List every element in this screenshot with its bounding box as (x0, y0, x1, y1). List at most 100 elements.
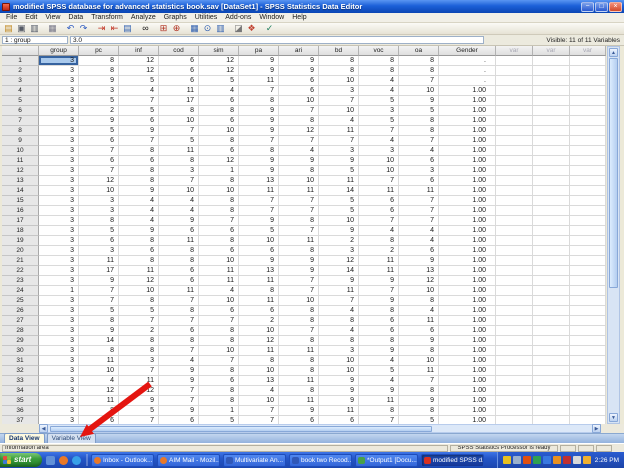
cell[interactable]: 8 (279, 366, 319, 376)
cell[interactable]: 9 (119, 186, 159, 196)
cell[interactable] (570, 406, 606, 416)
cell[interactable] (496, 216, 533, 226)
cell[interactable]: 7 (239, 86, 279, 96)
cell[interactable] (496, 86, 533, 96)
cell[interactable]: 6 (159, 326, 199, 336)
cell[interactable]: 9 (399, 96, 439, 106)
row-number[interactable]: 11 (2, 156, 39, 166)
menu-analyze[interactable]: Analyze (127, 13, 160, 23)
cell[interactable]: 9 (399, 256, 439, 266)
cell[interactable]: 10 (319, 356, 359, 366)
cell[interactable]: 9 (359, 296, 399, 306)
cell[interactable]: 11 (159, 286, 199, 296)
cell[interactable]: 3 (39, 266, 79, 276)
cell[interactable]: 5 (199, 76, 239, 86)
cell[interactable]: 9 (319, 156, 359, 166)
cell[interactable] (533, 226, 570, 236)
cell[interactable] (496, 336, 533, 346)
cell[interactable] (496, 306, 533, 316)
column-header-Gender[interactable]: Gender (439, 46, 496, 56)
cell[interactable] (533, 56, 570, 66)
cell[interactable]: 7 (239, 406, 279, 416)
cell[interactable]: 9 (119, 226, 159, 236)
cell[interactable]: 5 (119, 306, 159, 316)
dialog-recall-icon[interactable]: ▦ (47, 23, 58, 34)
cell[interactable]: 8 (119, 176, 159, 186)
cell[interactable]: 8 (359, 66, 399, 76)
cell[interactable]: 8 (79, 216, 119, 226)
cell[interactable]: 4 (279, 146, 319, 156)
cell[interactable]: 12 (199, 156, 239, 166)
cell[interactable] (496, 186, 533, 196)
cell[interactable] (496, 346, 533, 356)
cell[interactable]: 10 (359, 156, 399, 166)
column-header-var[interactable]: var (570, 46, 606, 56)
column-header-cod[interactable]: cod (159, 46, 199, 56)
cell[interactable]: 11 (319, 176, 359, 186)
cell[interactable]: 1.00 (439, 326, 496, 336)
cell[interactable]: 14 (79, 336, 119, 346)
cell[interactable]: 6 (199, 246, 239, 256)
cell[interactable] (533, 306, 570, 316)
cell[interactable]: 3 (39, 416, 79, 424)
cell[interactable]: 1.00 (439, 336, 496, 346)
cell[interactable]: 13 (239, 266, 279, 276)
cell[interactable]: 4 (119, 196, 159, 206)
row-number[interactable]: 28 (2, 326, 39, 336)
cell[interactable] (496, 416, 533, 424)
internet-explorer-icon[interactable] (72, 456, 81, 465)
cell[interactable]: 8 (239, 286, 279, 296)
cell[interactable] (533, 316, 570, 326)
cell[interactable] (533, 186, 570, 196)
cell[interactable]: 1.00 (439, 106, 496, 116)
cell[interactable]: 6 (159, 416, 199, 424)
cell[interactable]: 11 (199, 266, 239, 276)
cell[interactable]: 7 (319, 136, 359, 146)
cell[interactable]: 1.00 (439, 116, 496, 126)
cell[interactable]: 11 (79, 356, 119, 366)
cell[interactable]: 4 (199, 86, 239, 96)
cell[interactable]: 3 (39, 386, 79, 396)
cell[interactable]: 2 (239, 316, 279, 326)
cell[interactable]: 8 (359, 236, 399, 246)
cell[interactable] (533, 296, 570, 306)
cell[interactable]: 4 (399, 146, 439, 156)
cell[interactable]: 8 (79, 316, 119, 326)
cell[interactable]: 9 (79, 76, 119, 86)
cell[interactable] (570, 346, 606, 356)
cell[interactable]: 5 (359, 366, 399, 376)
row-number[interactable]: 12 (2, 166, 39, 176)
row-number[interactable]: 4 (2, 86, 39, 96)
cell[interactable]: 12 (119, 386, 159, 396)
menu-edit[interactable]: Edit (21, 13, 41, 23)
cell[interactable]: 5 (399, 106, 439, 116)
column-header-ari[interactable]: ari (279, 46, 319, 56)
cell[interactable]: 7 (359, 126, 399, 136)
cell[interactable]: 14 (319, 266, 359, 276)
scroll-left-icon[interactable]: ◀ (39, 424, 48, 433)
cell[interactable]: 12 (119, 56, 159, 66)
cell[interactable]: 7 (359, 286, 399, 296)
cell[interactable] (533, 266, 570, 276)
cell[interactable] (533, 396, 570, 406)
cell[interactable]: 3 (39, 326, 79, 336)
cell[interactable]: 4 (119, 216, 159, 226)
cell[interactable]: 1.00 (439, 276, 496, 286)
cell[interactable]: 7 (239, 416, 279, 424)
cell[interactable]: 8 (279, 316, 319, 326)
cell[interactable] (533, 166, 570, 176)
cell[interactable] (496, 166, 533, 176)
cell[interactable]: 9 (239, 56, 279, 66)
row-number[interactable]: 37 (2, 416, 39, 424)
cell[interactable]: 3 (39, 126, 79, 136)
cell[interactable]: 5 (119, 406, 159, 416)
cell[interactable] (496, 136, 533, 146)
column-header-group[interactable]: group (39, 46, 79, 56)
row-number[interactable]: 6 (2, 106, 39, 116)
cell[interactable]: 3 (39, 316, 79, 326)
column-header-var[interactable]: var (496, 46, 533, 56)
cell[interactable]: 9 (319, 226, 359, 236)
row-number[interactable]: 8 (2, 126, 39, 136)
cell[interactable]: 5 (199, 416, 239, 424)
cell[interactable]: 3 (39, 216, 79, 226)
